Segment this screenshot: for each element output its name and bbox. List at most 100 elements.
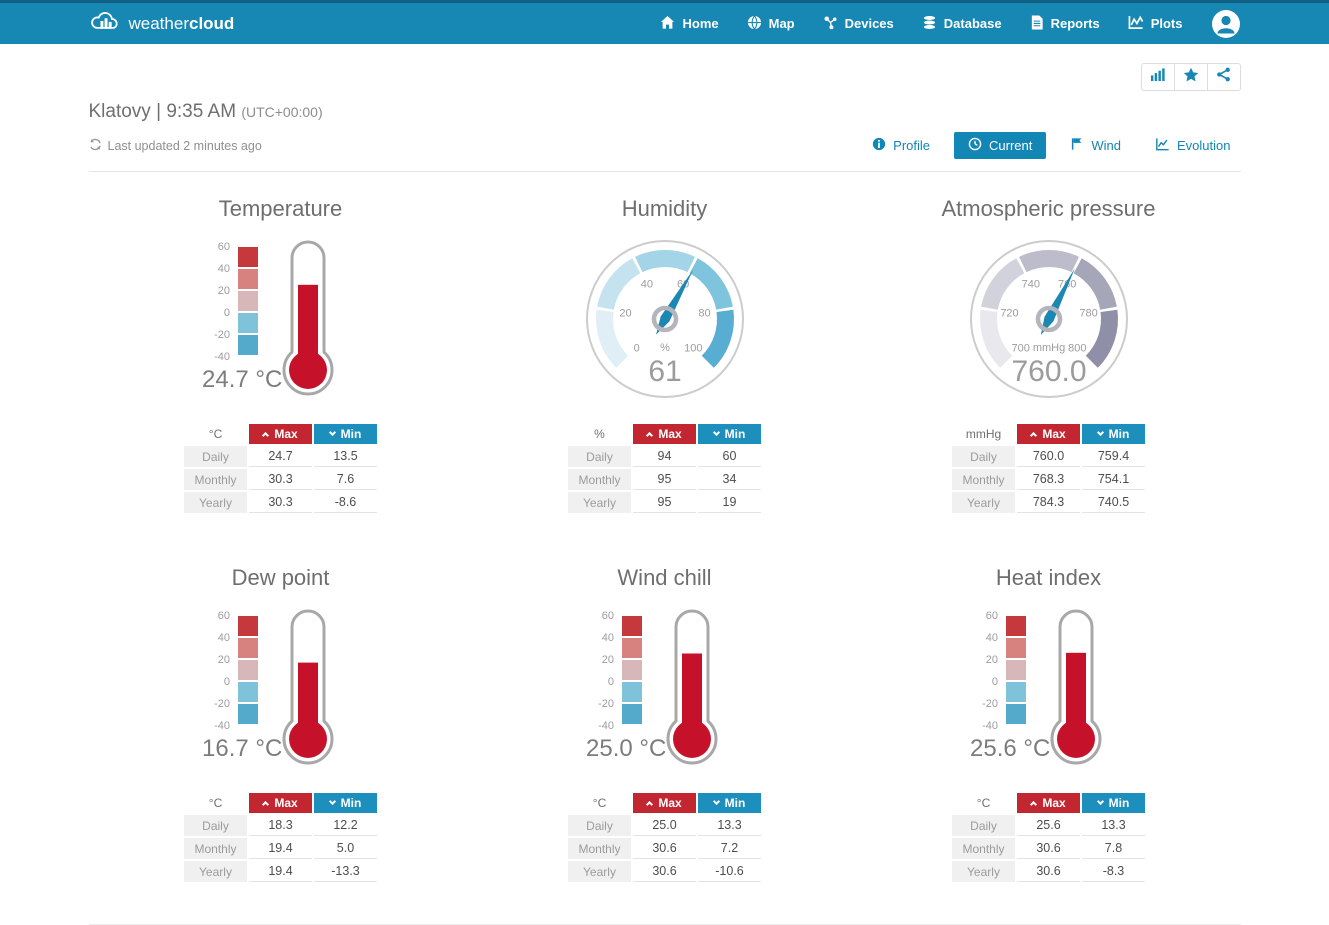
svg-text:800: 800 — [1068, 342, 1086, 354]
period-label: Yearly — [568, 492, 631, 513]
max-value: 95 — [633, 492, 696, 513]
min-header: Min — [1082, 424, 1145, 444]
tab-wind[interactable]: Wind — [1060, 132, 1131, 159]
min-header: Min — [698, 793, 761, 813]
nav-item-map[interactable]: Map — [747, 15, 795, 33]
station-title: Klatovy | 9:35 AM (UTC+00:00) — [89, 101, 1241, 123]
panel-pressure: Atmospheric pressure 700720740760780800m… — [857, 196, 1241, 515]
max-header-label: Max — [274, 796, 297, 810]
min-value: -13.3 — [314, 861, 377, 882]
svg-text:-40: -40 — [982, 720, 998, 732]
svg-text:25.0 °C: 25.0 °C — [586, 735, 666, 762]
panel-dew-point: Dew point 6040200-20-4016.7 °C °C Max Mi… — [89, 565, 473, 884]
svg-text:700: 700 — [1011, 342, 1029, 354]
table-row: Daily24.713.5 — [184, 446, 377, 467]
gauge-svg: 700720740760780800mmHg760.0 — [954, 234, 1144, 404]
period-label: Monthly — [952, 469, 1015, 490]
table-row: Monthly30.67.8 — [952, 838, 1145, 859]
svg-text:-20: -20 — [982, 698, 998, 710]
svg-text:40: 40 — [217, 632, 229, 644]
svg-text:0: 0 — [991, 676, 997, 688]
top-navbar: weathercloud Home Map Devices Database R… — [0, 0, 1329, 44]
thermometer-svg: 6040200-20-4025.0 °C — [570, 603, 760, 771]
thermometer-svg: 6040200-20-4024.7 °C — [186, 234, 376, 402]
nav-item-home[interactable]: Home — [660, 15, 718, 33]
chevron-up-icon — [1030, 801, 1037, 808]
min-value: 5.0 — [314, 838, 377, 859]
table-row: Monthly9534 — [568, 469, 761, 490]
period-label: Monthly — [184, 469, 247, 490]
refresh-icon — [89, 138, 102, 154]
min-value: 759.4 — [1082, 446, 1145, 467]
nav-item-label: Plots — [1151, 16, 1183, 31]
nav-item-devices[interactable]: Devices — [823, 15, 894, 33]
stats-table: °C Max Min Daily25.613.3 Monthly30.67.8 … — [950, 791, 1147, 884]
title-separator: | — [156, 101, 161, 122]
period-label: Daily — [184, 446, 247, 467]
svg-text:20: 20 — [619, 308, 631, 320]
min-header: Min — [698, 424, 761, 444]
svg-text:780: 780 — [1079, 308, 1097, 320]
svg-text:-40: -40 — [598, 720, 614, 732]
svg-text:60: 60 — [217, 241, 229, 253]
stats-table: °C Max Min Daily18.312.2 Monthly19.45.0 … — [182, 791, 379, 884]
svg-text:20: 20 — [217, 654, 229, 666]
max-header: Max — [633, 424, 696, 444]
dew-point-thermometer: 6040200-20-4016.7 °C — [89, 603, 473, 773]
min-header: Min — [314, 424, 377, 444]
svg-text:0: 0 — [607, 676, 613, 688]
tab-evolution[interactable]: Evolution — [1145, 132, 1240, 159]
panel-humidity: Humidity 020406080100%61 % Max Min Daily… — [473, 196, 857, 515]
min-value: 7.6 — [314, 469, 377, 490]
table-row: Daily25.013.3 — [568, 815, 761, 836]
nav-item-plots[interactable]: Plots — [1128, 15, 1183, 33]
wind-chill-thermometer: 6040200-20-4025.0 °C — [473, 603, 857, 773]
home-icon — [660, 15, 675, 33]
period-label: Monthly — [568, 838, 631, 859]
svg-text:-20: -20 — [214, 698, 230, 710]
max-value: 30.3 — [249, 469, 312, 490]
max-value: 94 — [633, 446, 696, 467]
share-button[interactable] — [1207, 63, 1241, 91]
stats-button[interactable] — [1141, 63, 1175, 91]
thermometer-svg: 6040200-20-4016.7 °C — [186, 603, 376, 771]
max-value: 30.6 — [633, 861, 696, 882]
tab-profile[interactable]: Profile — [862, 132, 940, 159]
max-value: 760.0 — [1017, 446, 1080, 467]
svg-text:60: 60 — [985, 610, 997, 622]
last-updated-text: Last updated 2 minutes ago — [108, 139, 262, 153]
share-icon — [1216, 67, 1231, 87]
svg-text:60: 60 — [217, 610, 229, 622]
max-header: Max — [249, 793, 312, 813]
user-avatar[interactable] — [1211, 9, 1241, 39]
period-label: Daily — [568, 446, 631, 467]
max-header-label: Max — [274, 427, 297, 441]
period-label: Monthly — [952, 838, 1015, 859]
table-row: Monthly30.67.2 — [568, 838, 761, 859]
plots-icon — [1128, 15, 1144, 33]
panel-title: Heat index — [857, 565, 1241, 591]
nav-item-reports[interactable]: Reports — [1030, 15, 1100, 33]
info-icon — [872, 137, 886, 154]
table-row: Yearly19.4-13.3 — [184, 861, 377, 882]
min-value: 13.3 — [1082, 815, 1145, 836]
max-value: 25.6 — [1017, 815, 1080, 836]
table-row: Yearly9519 — [568, 492, 761, 513]
svg-text:40: 40 — [217, 263, 229, 275]
svg-text:20: 20 — [985, 654, 997, 666]
svg-text:16.7 °C: 16.7 °C — [202, 735, 282, 762]
weathercloud-logo[interactable]: weathercloud — [89, 8, 235, 39]
favorite-button[interactable] — [1174, 63, 1208, 91]
max-value: 18.3 — [249, 815, 312, 836]
max-value: 768.3 — [1017, 469, 1080, 490]
svg-text:-20: -20 — [214, 329, 230, 341]
min-header-label: Min — [341, 427, 362, 441]
nav-item-database[interactable]: Database — [922, 15, 1002, 33]
svg-text:-40: -40 — [214, 351, 230, 363]
tab-label: Evolution — [1177, 138, 1230, 153]
period-label: Yearly — [952, 492, 1015, 513]
unit-label: mmHg — [952, 424, 1015, 444]
tab-current[interactable]: Current — [954, 132, 1046, 159]
svg-text:0: 0 — [223, 307, 229, 319]
table-row: Yearly30.6-8.3 — [952, 861, 1145, 882]
